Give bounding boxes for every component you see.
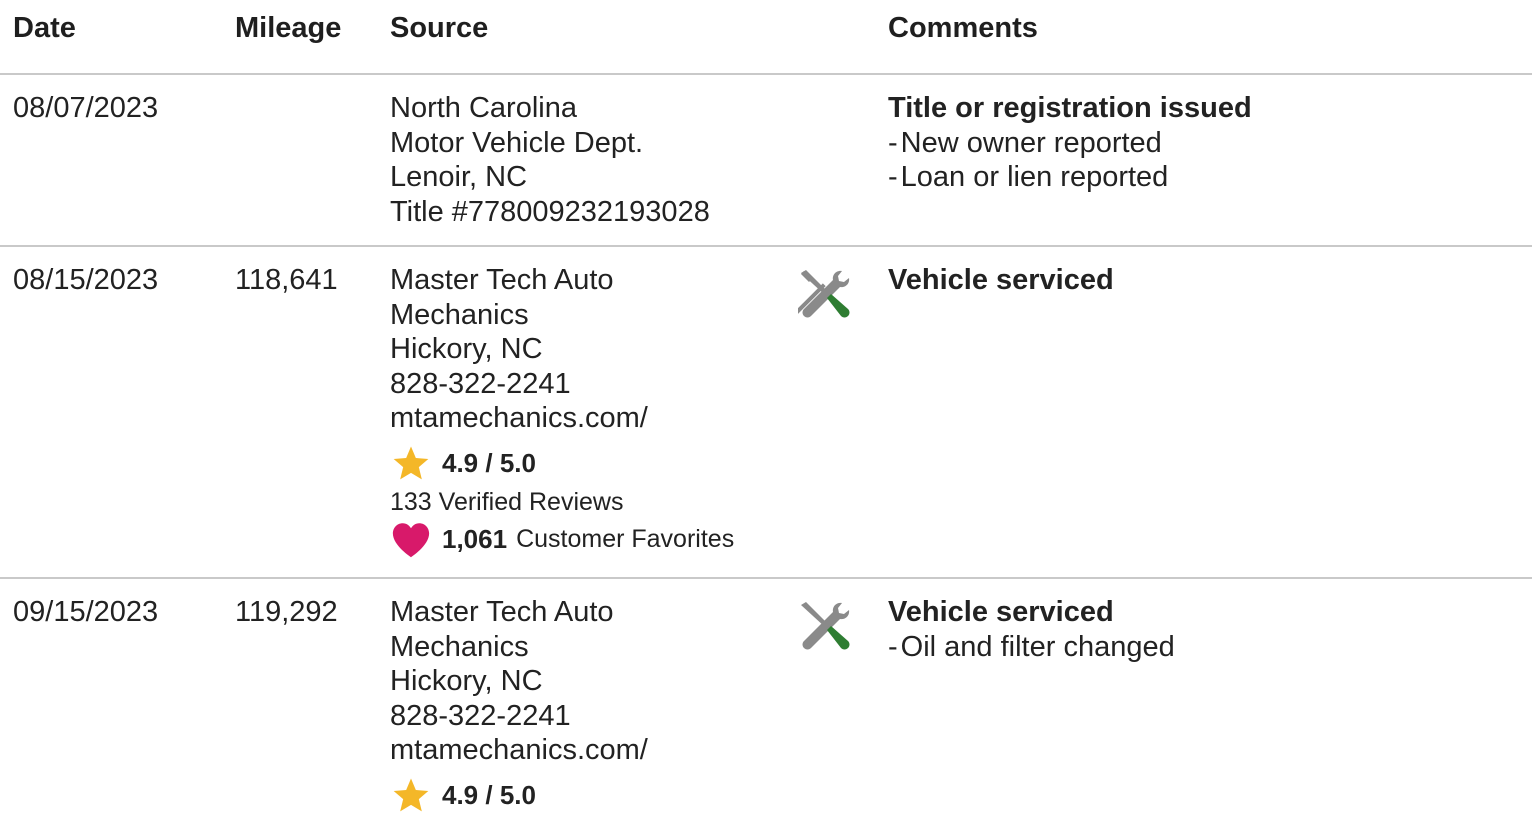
source-name-line-1: North Carolina [390,92,577,124]
table-row: 08/07/2023 North Carolina Motor Vehicle … [0,75,1532,247]
row-source: North Carolina Motor Vehicle Dept. Lenoi… [390,91,710,229]
comment-title: Title or registration issued [888,92,1252,124]
header-source: Source [390,12,489,44]
source-location: Hickory, NC [390,665,543,697]
service-icon-cell [798,599,854,655]
source-name-line-2: Mechanics [390,298,529,331]
row-comments: Vehicle serviced [888,263,1114,298]
star-icon [393,446,429,479]
star-icon [393,778,429,811]
vehicle-history-table: Date Mileage Source Comments 08/07/2023 … [0,0,1532,825]
favorites-label: Customer Favorites [516,525,735,554]
source-name-line-1: Master Tech Auto [390,596,614,628]
comment-title: Vehicle serviced [888,264,1114,296]
row-date: 08/15/2023 [13,264,159,296]
rating-value: 4.9 / 5.0 [442,780,536,811]
comment-item: - New owner reported [888,126,1252,161]
favorites-count: 1,061 [442,524,508,555]
source-rating: 4.9 / 5.0 [390,776,648,816]
dash: - [888,161,898,193]
comment-title: Vehicle serviced [888,596,1114,628]
source-location: Lenoir, NC [390,161,528,193]
source-phone[interactable]: 828-322-2241 [390,699,648,734]
service-tools-icon [801,602,850,650]
header-date: Date [13,12,76,44]
source-location: Hickory, NC [390,333,543,365]
row-comments: Title or registration issued - New owner … [888,91,1252,195]
comment-item-text: Oil and filter changed [900,630,1175,663]
source-rating: 4.9 / 5.0 [390,444,734,484]
dash: - [888,630,898,663]
header-comments: Comments [888,12,1038,44]
comment-item-text: New owner reported [900,126,1162,159]
heart-icon [392,522,430,557]
row-source: Master Tech Auto Mechanics Hickory, NC 8… [390,595,648,816]
source-name-line-2: Motor Vehicle Dept. [390,126,644,159]
source-website-link[interactable]: mtamechanics.com/ [390,733,648,768]
comment-item: - Loan or lien reported [888,160,1252,195]
table-row: 09/15/2023 119,292 Master Tech Auto Mech… [0,579,1532,825]
source-phone[interactable]: 828-322-2241 [390,367,734,402]
verified-reviews-link[interactable]: 133 Verified Reviews [390,484,734,520]
rating-value: 4.9 / 5.0 [442,448,536,479]
comment-item: - Oil and filter changed [888,630,1175,665]
table-header: Date Mileage Source Comments [0,0,1532,75]
customer-favorites: 1,061 Customer Favorites [390,520,734,560]
header-mileage: Mileage [235,12,342,44]
row-mileage: 119,292 [235,596,338,628]
source-name-line-1: Master Tech Auto [390,264,614,296]
table-row: 08/15/2023 118,641 Master Tech Auto Mech… [0,247,1532,579]
source-name-line-2: Mechanics [390,630,529,663]
service-tools-icon [790,270,850,319]
row-date: 08/07/2023 [13,92,159,124]
service-icon-cell [790,267,854,323]
comment-item-text: Loan or lien reported [900,161,1169,193]
source-website-link[interactable]: mtamechanics.com/ [390,401,734,436]
dash: - [888,126,898,159]
row-date: 09/15/2023 [13,596,159,628]
source-title-number: Title #778009232193028 [390,195,710,228]
row-comments: Vehicle serviced - Oil and filter changed [888,595,1175,664]
row-source: Master Tech Auto Mechanics Hickory, NC 8… [390,263,734,560]
row-mileage: 118,641 [235,264,338,296]
